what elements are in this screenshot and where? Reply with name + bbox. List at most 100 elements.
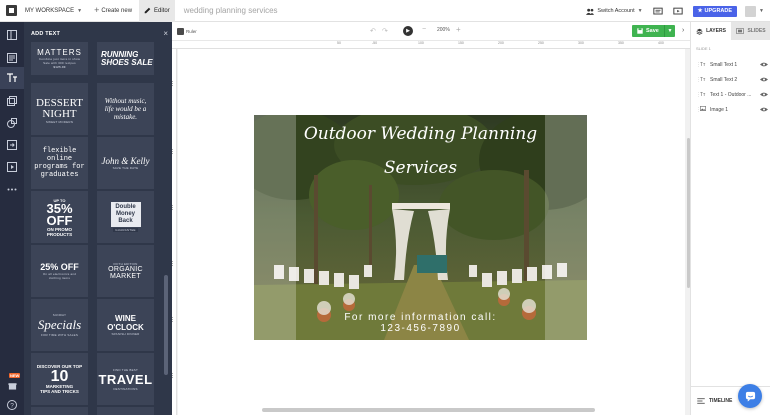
shapes-icon[interactable] (6, 117, 18, 129)
eye-icon[interactable] (760, 107, 768, 112)
switch-account-button[interactable]: Switch Account ▼ (586, 8, 643, 15)
layer-item[interactable]: ⋮ Tт Text 1 - Outdoor ... (696, 90, 768, 99)
ruler-tick: 100 (418, 41, 424, 45)
create-new-button[interactable]: + Create new (94, 6, 132, 15)
layer-item[interactable]: ⋮ Image 1 (696, 105, 768, 114)
template-text: MATTERS (37, 48, 82, 57)
text-template-card[interactable]: WINE O'CLOCK SPANISH DINNER (97, 299, 154, 351)
layer-item[interactable]: ⋮ Tт Small Text 1 (696, 60, 768, 69)
avatar[interactable] (745, 5, 757, 17)
canvas-toolbar: Ruler ↶ ↷ ▶ − 200% + Save ▼ › (172, 22, 690, 40)
canvas-horizontal-scrollbar[interactable] (262, 408, 595, 412)
layout-icon[interactable] (6, 29, 18, 41)
save-options-chevron-icon[interactable]: ▼ (664, 25, 675, 37)
artboard-title-line1[interactable]: Outdoor Wedding Planning (254, 123, 587, 145)
text-template-card[interactable]: MATTERS Combine just more in show Sale w… (31, 42, 88, 75)
add-text-panel: ADD TEXT × MATTERS Combine just more in … (24, 22, 172, 415)
elements-icon[interactable] (6, 95, 18, 107)
zoom-out-icon[interactable]: − (422, 26, 426, 33)
create-new-label: Create new (101, 7, 133, 14)
template-text: $125.00 (53, 65, 66, 69)
template-text: Money (115, 211, 135, 217)
panel-scrollbar[interactable] (164, 275, 168, 375)
ruler-icon (177, 27, 184, 35)
text-template-card[interactable] (31, 407, 88, 415)
horizontal-ruler[interactable]: 50 -50 100 150 200 250 300 350 400 (172, 40, 690, 49)
ruler-tick: 350 (618, 41, 624, 45)
help-icon[interactable]: ? (6, 399, 18, 411)
templates-icon[interactable] (6, 52, 18, 64)
artboard-info-line2[interactable]: 123-456-7890 (296, 323, 545, 334)
template-text: programs for (34, 163, 85, 171)
text-layer-icon: Tт (700, 61, 706, 68)
wedding-background-image[interactable] (254, 115, 587, 340)
undo-icon[interactable]: ↶ (370, 27, 376, 35)
media-icon[interactable] (6, 161, 18, 173)
workspace: Ruler ↶ ↷ ▶ − 200% + Save ▼ › 50 -50 100… (172, 22, 690, 415)
eye-icon[interactable] (760, 62, 768, 67)
eye-icon[interactable] (760, 77, 768, 82)
template-text: online (46, 155, 73, 163)
artboard[interactable]: Outdoor Wedding Planning Services For mo… (254, 115, 587, 340)
vertical-ruler[interactable] (172, 49, 177, 415)
chevron-down-icon: ▼ (77, 7, 83, 14)
editor-button[interactable]: Editor (139, 0, 175, 22)
save-label: Save (646, 28, 659, 34)
chevron-down-icon[interactable]: ▼ (759, 8, 764, 14)
redo-icon[interactable]: ↷ (382, 27, 388, 35)
play-icon[interactable]: ▶ (403, 26, 413, 36)
tab-slides[interactable]: SLIDES (731, 22, 770, 40)
text-template-card[interactable]: DISCOVER OUR TOP 10 MARKETING TIPS AND T… (31, 353, 88, 405)
editor-label: Editor (154, 7, 170, 14)
artboard-info-line1[interactable]: For more information call: (296, 312, 545, 323)
text-template-card[interactable]: John & Kelly SAVE THE DATE (97, 137, 154, 189)
save-button[interactable]: Save ▼ (632, 25, 675, 37)
template-text: mistake. (113, 113, 138, 121)
comments-icon[interactable] (653, 6, 664, 17)
chat-support-button[interactable] (738, 384, 762, 408)
present-icon[interactable] (673, 6, 684, 17)
text-template-card[interactable]: Double Money Back GUARANTEE (97, 191, 154, 243)
text-template-card[interactable]: Without music, life would be a mistake. (97, 83, 154, 135)
text-tool-icon[interactable] (0, 67, 24, 89)
app-logo[interactable] (0, 0, 22, 22)
text-template-card[interactable] (97, 407, 154, 415)
artboard-title-line2[interactable]: Services (254, 157, 587, 179)
text-template-card[interactable]: · · · DESSERT NIGHT SWEET MODERN (31, 83, 88, 135)
zoom-in-icon[interactable]: + (456, 25, 461, 34)
collapse-panel-icon[interactable]: › (682, 27, 684, 34)
text-template-card[interactable]: flexible online programs for graduates (31, 137, 88, 189)
tab-layers[interactable]: LAYERS (691, 22, 731, 40)
more-icon[interactable] (6, 183, 18, 195)
template-text: life would be a (104, 105, 147, 113)
text-template-card[interactable]: FIND THE BEST TRAVEL DESTINATIONS (97, 353, 154, 405)
upload-icon[interactable] (6, 139, 18, 151)
document-title[interactable]: wedding planning services (184, 6, 278, 15)
text-template-card[interactable]: RUNNING SHOES SALE (97, 42, 154, 75)
eye-icon[interactable] (760, 92, 768, 97)
tool-rail: NEW ? (0, 22, 24, 415)
template-text: GUARANTEE (113, 228, 138, 232)
layer-name: Image 1 (710, 106, 729, 113)
text-template-card[interactable]: UP TO 35% OFF ON PROMO PRODUCTS (31, 191, 88, 243)
ruler-toggle[interactable]: Ruler (177, 27, 197, 35)
ruler-grip (172, 149, 175, 154)
text-template-card[interactable]: SUNDAY Specials FOR TIME WITH SALES (31, 299, 88, 351)
switch-account-label: Switch Account (597, 8, 635, 14)
zoom-level[interactable]: 200% (437, 27, 450, 33)
plus-icon: + (94, 5, 100, 15)
close-panel-icon[interactable]: × (163, 29, 168, 38)
text-layer-icon: Tт (700, 76, 706, 83)
text-template-card[interactable]: 25% OFF On all electronics and clothing … (31, 245, 88, 297)
ruler-tick: 150 (458, 41, 464, 45)
workspace-menu[interactable]: MY WORKSPACE ▼ (25, 8, 82, 14)
save-main[interactable]: Save (632, 28, 664, 34)
gift-icon[interactable] (6, 379, 18, 391)
upgrade-button[interactable]: ★ UPGRADE (692, 5, 738, 17)
text-layer-icon: Tт (700, 91, 706, 98)
ruler-grip (172, 261, 175, 266)
layer-item[interactable]: ⋮ Tт Small Text 2 (696, 75, 768, 84)
ruler-tick: 50 (337, 41, 341, 45)
text-template-card[interactable]: FIFTH EDITION ORGANIC MARKET (97, 245, 154, 297)
ruler-tick: 200 (498, 41, 504, 45)
